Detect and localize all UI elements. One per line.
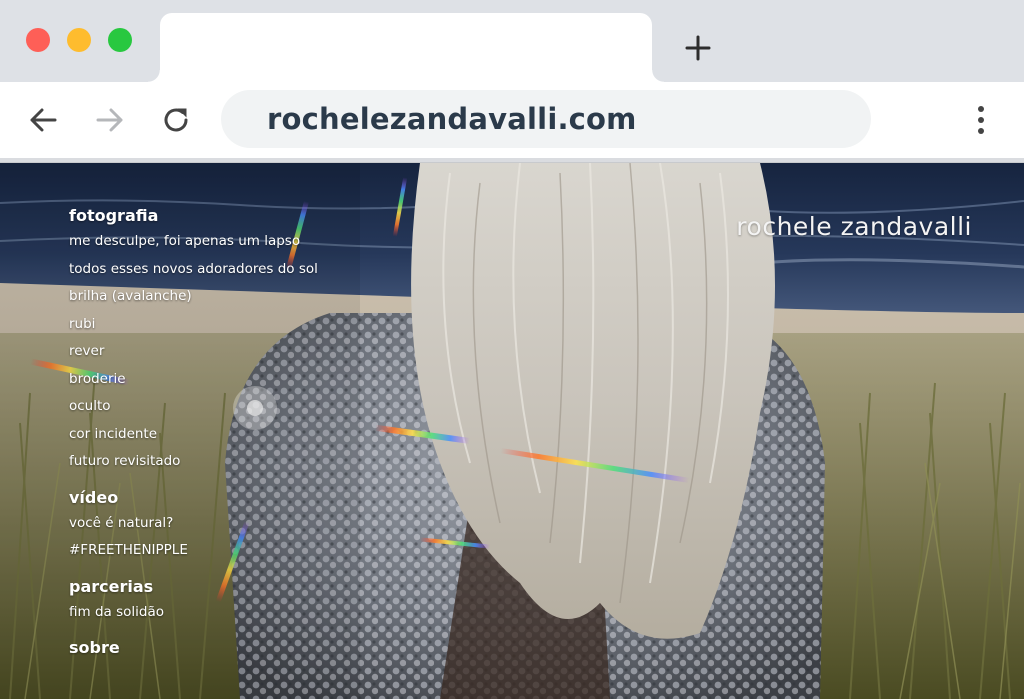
reload-icon [164,108,188,132]
nav-link-fim-da-solidao[interactable]: fim da solidão [69,599,369,627]
window-close-button[interactable] [26,28,50,52]
nav-link-todos-esses-novos[interactable]: todos esses novos adoradores do sol [69,256,369,284]
arrow-left-icon [30,108,57,132]
plus-icon [685,35,711,61]
nav-link-freethenipple[interactable]: #FREETHENIPPLE [69,537,369,565]
window-minimize-button[interactable] [67,28,91,52]
browser-toolbar: rochelezandavalli.com [0,82,1024,158]
nav-section-video: vídeo você é natural? #FREETHENIPPLE [69,485,369,565]
nav-link-brilha[interactable]: brilha (avalanche) [69,283,369,311]
forward-button[interactable] [91,101,129,139]
site-title[interactable]: rochele zandavalli [736,212,972,241]
window-maximize-button[interactable] [108,28,132,52]
browser-tab-strip [0,0,1024,82]
nav-link-me-desculpe[interactable]: me desculpe, foi apenas um lapso [69,228,369,256]
nav-link-voce-e-natural[interactable]: você é natural? [69,510,369,538]
site-navigation: fotografia me desculpe, foi apenas um la… [69,203,369,669]
new-tab-button[interactable] [680,30,716,66]
nav-link-oculto[interactable]: oculto [69,393,369,421]
nav-link-cor-incidente[interactable]: cor incidente [69,421,369,449]
nav-section-parcerias: parcerias fim da solidão [69,574,369,627]
nav-link-rubi[interactable]: rubi [69,311,369,339]
back-button[interactable] [24,101,62,139]
address-bar[interactable]: rochelezandavalli.com [221,90,871,148]
nav-heading-parcerias[interactable]: parcerias [69,574,369,599]
nav-section-fotografia: fotografia me desculpe, foi apenas um la… [69,203,369,476]
nav-section-sobre: sobre [69,635,369,660]
url-text: rochelezandavalli.com [267,102,637,136]
nav-link-broderie[interactable]: broderie [69,366,369,394]
browser-menu-button[interactable] [966,102,996,138]
nav-link-futuro-revisitado[interactable]: futuro revisitado [69,448,369,476]
kebab-menu-icon [978,106,984,134]
nav-heading-sobre[interactable]: sobre [69,635,369,660]
reload-button[interactable] [157,101,195,139]
arrow-right-icon [96,108,123,132]
active-tab[interactable] [148,13,664,82]
nav-heading-fotografia[interactable]: fotografia [69,203,369,228]
website-viewport: rochele zandavalli fotografia me desculp… [0,163,1024,699]
nav-link-rever[interactable]: rever [69,338,369,366]
nav-heading-video[interactable]: vídeo [69,485,369,510]
